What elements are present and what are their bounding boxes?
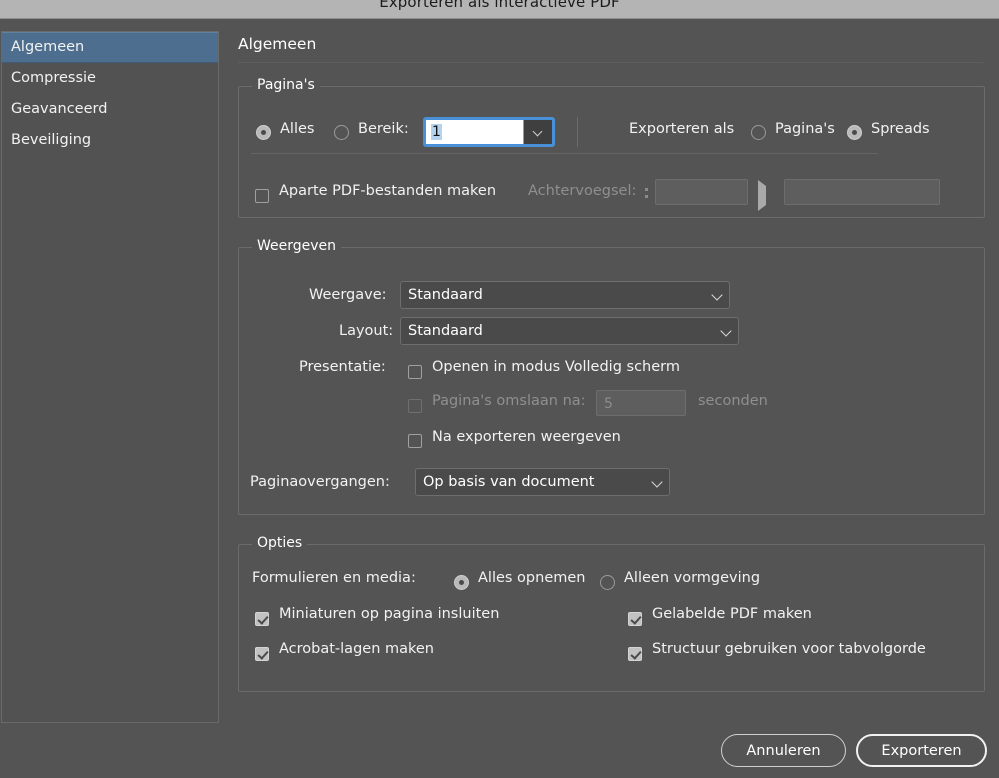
checkbox-embed-thumbnails-indicator[interactable] bbox=[255, 611, 269, 626]
checkbox-view-after-export[interactable] bbox=[408, 430, 422, 449]
pages-group: Pagina's Alles Bereik: 1 Exporteren als … bbox=[238, 77, 985, 218]
radio-bereik-label: Bereik: bbox=[358, 121, 409, 137]
checkbox-view-after-export-indicator[interactable] bbox=[408, 433, 422, 448]
layout-select[interactable]: Standaard bbox=[400, 317, 739, 345]
checkbox-open-fullscreen-label: Openen in modus Volledig scherm bbox=[432, 359, 680, 375]
suffix-preview-input[interactable] bbox=[784, 179, 940, 205]
radio-include-all-indicator[interactable] bbox=[454, 575, 469, 590]
range-input[interactable]: 1 bbox=[424, 118, 554, 146]
pages-group-inner-divider bbox=[251, 153, 878, 154]
seconds-label: seconden bbox=[698, 393, 768, 409]
sidebar-item-label: Geavanceerd bbox=[11, 101, 108, 117]
cancel-button-label: Annuleren bbox=[746, 742, 821, 759]
checkbox-structure-taborder[interactable] bbox=[628, 643, 642, 662]
view-select[interactable]: Standaard bbox=[400, 281, 730, 309]
radio-include-all[interactable] bbox=[454, 572, 469, 591]
radio-appearance-only-label: Alleen vormgeving bbox=[624, 570, 761, 586]
radio-bereik-indicator[interactable] bbox=[334, 125, 349, 140]
sidebar-item-geavanceerd[interactable]: Geavanceerd bbox=[2, 94, 218, 125]
radio-export-paginas-label: Pagina's bbox=[775, 121, 835, 137]
checkbox-acrobat-layers-label: Acrobat-lagen maken bbox=[279, 641, 434, 657]
sidebar-item-compressie[interactable]: Compressie bbox=[2, 63, 218, 94]
suffix-label: Achtervoegsel: bbox=[528, 183, 637, 199]
checkbox-embed-thumbnails[interactable] bbox=[255, 608, 269, 627]
radio-appearance-only[interactable] bbox=[600, 572, 615, 591]
checkbox-embed-thumbnails-label: Miniaturen op pagina insluiten bbox=[279, 606, 500, 622]
radio-alles-label: Alles bbox=[280, 121, 315, 137]
settings-category-list[interactable]: Algemeen Compressie Geavanceerd Beveilig… bbox=[1, 31, 219, 723]
sidebar-item-label: Beveiliging bbox=[11, 132, 92, 148]
view-group-legend: Weergeven bbox=[252, 238, 342, 254]
radio-export-paginas[interactable] bbox=[751, 122, 766, 141]
checkbox-flip-pages-indicator[interactable] bbox=[408, 398, 422, 413]
pages-vertical-divider bbox=[577, 117, 578, 147]
cancel-button[interactable]: Annuleren bbox=[721, 734, 846, 767]
forms-media-label: Formulieren en media: bbox=[252, 570, 416, 586]
checkbox-structure-taborder-indicator[interactable] bbox=[628, 646, 642, 661]
settings-main-panel: Algemeen Pagina's Alles Bereik: 1 Export… bbox=[219, 19, 999, 778]
view-select-value: Standaard bbox=[408, 287, 483, 303]
sidebar-item-beveiliging[interactable]: Beveiliging bbox=[2, 125, 218, 156]
layout-label: Layout: bbox=[339, 323, 394, 339]
layout-select-value: Standaard bbox=[408, 323, 483, 339]
sidebar-item-label: Algemeen bbox=[11, 39, 85, 55]
flip-pages-seconds-input[interactable]: 5 bbox=[596, 390, 686, 416]
page-transitions-select-value: Op basis van document bbox=[423, 474, 595, 490]
checkbox-structure-taborder-label: Structuur gebruiken voor tabvolgorde bbox=[652, 641, 926, 657]
checkbox-tagged-pdf[interactable] bbox=[628, 608, 642, 627]
export-button[interactable]: Exporteren bbox=[856, 734, 987, 767]
checkbox-open-fullscreen-indicator[interactable] bbox=[408, 364, 422, 379]
flip-pages-seconds-value: 5 bbox=[604, 396, 613, 412]
sidebar-item-algemeen[interactable]: Algemeen bbox=[2, 32, 218, 63]
radio-alles[interactable] bbox=[256, 122, 271, 141]
checkbox-tagged-pdf-label: Gelabelde PDF maken bbox=[652, 606, 812, 622]
radio-export-spreads[interactable] bbox=[847, 122, 862, 141]
radio-bereik[interactable] bbox=[334, 122, 349, 141]
checkbox-separate-pdf-files-label: Aparte PDF-bestanden maken bbox=[279, 183, 497, 199]
export-interactive-pdf-dialog: Exporteren als interactieve PDF Algemeen… bbox=[0, 0, 999, 778]
page-transitions-label: Paginaovergangen: bbox=[250, 474, 390, 490]
suffix-grip-icon bbox=[645, 188, 648, 202]
chevron-down-icon bbox=[714, 327, 738, 336]
suffix-expand-icon[interactable] bbox=[758, 180, 766, 211]
sidebar-item-label: Compressie bbox=[11, 70, 96, 86]
checkbox-acrobat-layers-indicator[interactable] bbox=[255, 646, 269, 661]
radio-export-spreads-indicator[interactable] bbox=[847, 125, 862, 140]
radio-export-paginas-indicator[interactable] bbox=[751, 125, 766, 140]
export-button-label: Exporteren bbox=[881, 742, 962, 759]
view-group: Weergeven Weergave: Standaard Layout: St… bbox=[238, 238, 985, 515]
radio-export-spreads-label: Spreads bbox=[871, 121, 930, 137]
page-title: Algemeen bbox=[238, 35, 317, 53]
chevron-down-icon bbox=[645, 478, 669, 487]
radio-include-all-label: Alles opnemen bbox=[478, 570, 586, 586]
presentation-label: Presentatie: bbox=[299, 359, 386, 375]
checkbox-tagged-pdf-indicator[interactable] bbox=[628, 611, 642, 626]
chevron-down-icon bbox=[705, 291, 729, 300]
range-input-value: 1 bbox=[431, 124, 442, 140]
checkbox-separate-pdf-files-indicator[interactable] bbox=[255, 188, 269, 203]
panel-title-divider bbox=[238, 62, 983, 63]
checkbox-flip-pages[interactable] bbox=[408, 395, 422, 414]
checkbox-acrobat-layers[interactable] bbox=[255, 643, 269, 662]
range-dropdown-button[interactable] bbox=[523, 120, 552, 144]
window-titlebar: Exporteren als interactieve PDF bbox=[0, 0, 999, 19]
options-group: Opties Formulieren en media: Alles opnem… bbox=[238, 535, 985, 692]
checkbox-separate-pdf-files[interactable] bbox=[255, 185, 269, 204]
checkbox-view-after-export-label: Na exporteren weergeven bbox=[432, 429, 621, 445]
pages-group-legend: Pagina's bbox=[252, 77, 320, 93]
radio-alles-indicator[interactable] bbox=[256, 125, 271, 140]
checkbox-open-fullscreen[interactable] bbox=[408, 361, 422, 380]
view-label: Weergave: bbox=[309, 287, 387, 303]
export-as-label: Exporteren als bbox=[629, 121, 735, 137]
radio-appearance-only-indicator[interactable] bbox=[600, 575, 615, 590]
suffix-input[interactable] bbox=[655, 179, 748, 205]
options-group-legend: Opties bbox=[252, 535, 308, 551]
window-title: Exporteren als interactieve PDF bbox=[379, 0, 620, 11]
page-transitions-select[interactable]: Op basis van document bbox=[415, 468, 670, 496]
chevron-down-icon bbox=[534, 128, 543, 137]
checkbox-flip-pages-label: Pagina's omslaan na: bbox=[432, 393, 586, 409]
